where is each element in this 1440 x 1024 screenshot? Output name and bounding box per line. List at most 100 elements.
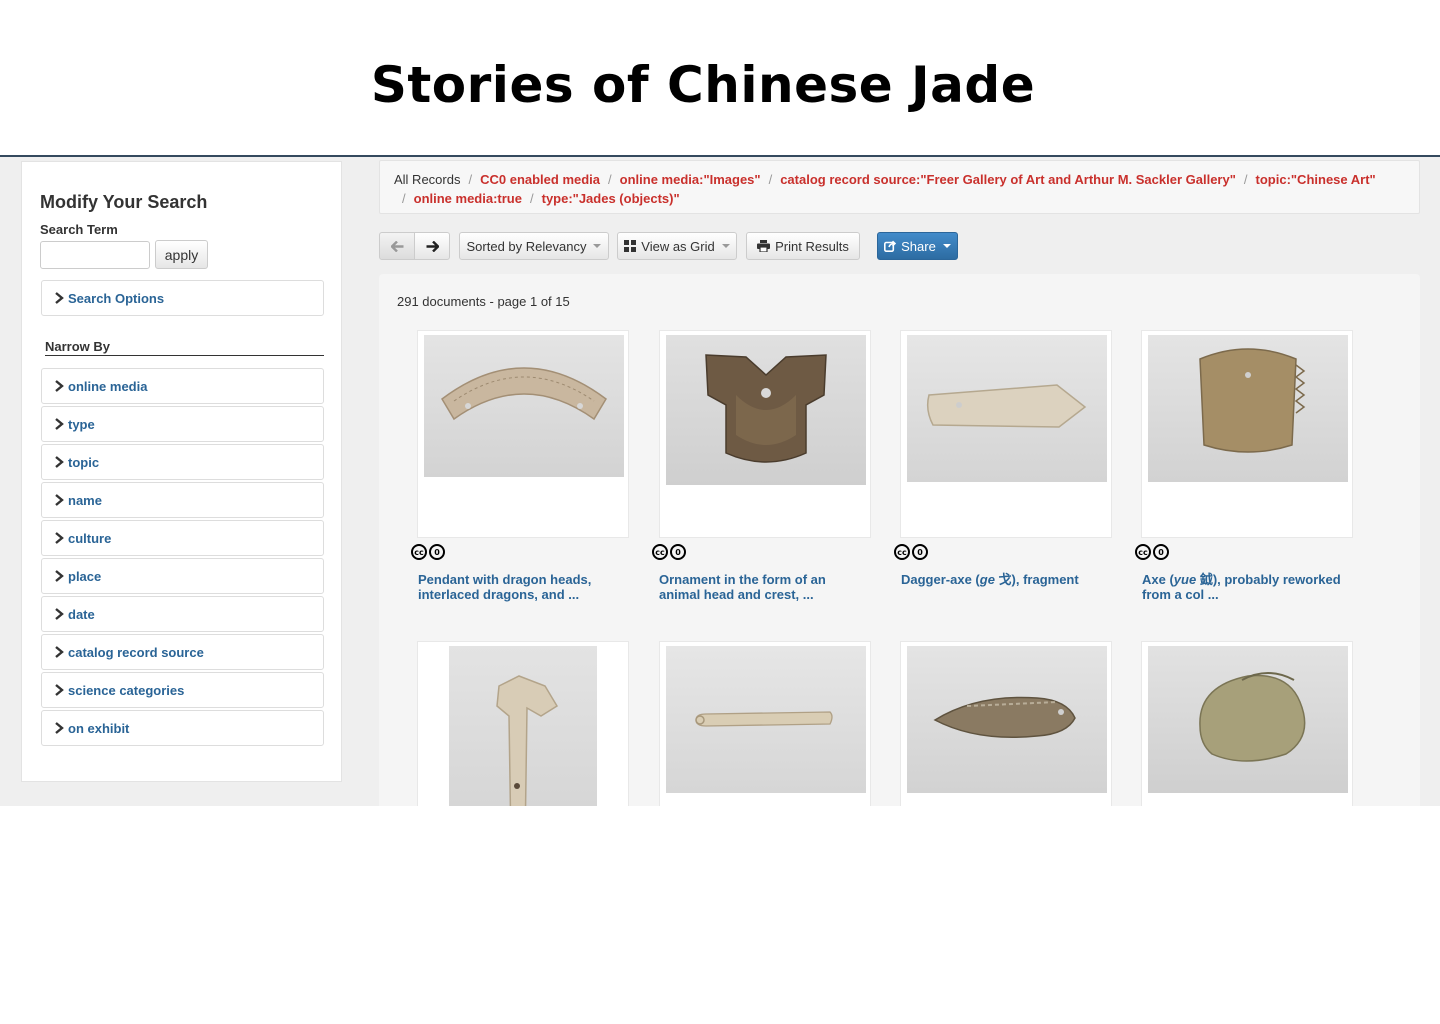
chevron-right-icon: [52, 379, 66, 393]
result-card[interactable]: [900, 330, 1112, 538]
results-panel: 291 documents - page 1 of 15 cc 0 cc 0 c…: [379, 274, 1420, 806]
jade-animal-image: [1199, 672, 1306, 762]
chevron-right-icon: [52, 645, 66, 659]
breadcrumb-all-records[interactable]: All Records: [394, 172, 460, 187]
chevron-right-icon: [52, 455, 66, 469]
chevron-right-icon: [52, 721, 66, 735]
chevron-right-icon: [52, 417, 66, 431]
facet-place[interactable]: place: [41, 558, 324, 594]
result-thumbnail[interactable]: [907, 335, 1107, 482]
cc-icon: cc: [652, 544, 668, 560]
chevron-right-icon: [52, 683, 66, 697]
breadcrumb-cc0[interactable]: CC0 enabled media: [480, 172, 600, 187]
jade-rod-image: [695, 711, 833, 727]
result-count: 291 documents - page 1 of 15: [397, 294, 570, 309]
caret-down-icon: [942, 244, 951, 248]
result-card[interactable]: [659, 641, 871, 806]
jade-pendant-image: [441, 367, 607, 421]
breadcrumb-separator: /: [1243, 172, 1248, 187]
facet-label: online media: [68, 378, 148, 394]
cc-zero-icon: 0: [1153, 544, 1169, 560]
cc-icon: cc: [894, 544, 910, 560]
cc-zero-icon: 0: [912, 544, 928, 560]
result-card[interactable]: [1141, 330, 1353, 538]
search-options-label: Search Options: [68, 290, 165, 306]
apply-button[interactable]: apply: [155, 240, 208, 269]
result-title[interactable]: Pendant with dragon heads, interlaced dra…: [418, 572, 618, 602]
facet-label: on exhibit: [68, 720, 130, 736]
result-title[interactable]: Axe (yue 鉞), probably reworked from a col…: [1142, 572, 1342, 602]
result-card[interactable]: [417, 330, 629, 538]
license-badge: cc 0: [652, 544, 686, 560]
facet-label: place: [68, 568, 102, 584]
view-label: View as Grid: [641, 238, 715, 254]
breadcrumb-topic[interactable]: topic:"Chinese Art": [1256, 172, 1376, 187]
license-badge: cc 0: [1135, 544, 1169, 560]
print-label: Print Results: [775, 238, 849, 254]
facet-on-exhibit[interactable]: on exhibit: [41, 710, 324, 746]
search-options-toggle[interactable]: Search Options: [41, 280, 324, 316]
breadcrumb-type[interactable]: type:"Jades (objects)": [542, 191, 680, 206]
result-thumbnail[interactable]: [1148, 646, 1348, 793]
facet-topic[interactable]: topic: [41, 444, 324, 480]
cc-icon: cc: [411, 544, 427, 560]
breadcrumb-separator: /: [608, 172, 612, 187]
result-card[interactable]: [659, 330, 871, 538]
facet-name[interactable]: name: [41, 482, 324, 518]
share-label: Share: [901, 238, 936, 254]
printer-icon: [757, 240, 771, 252]
grid-icon: [624, 240, 637, 252]
view-as-grid-dropdown[interactable]: View as Grid: [617, 232, 737, 260]
breadcrumb-online-media-images[interactable]: online media:"Images": [620, 172, 761, 187]
jade-axe-image: [1199, 348, 1306, 453]
result-thumbnail[interactable]: [666, 335, 866, 485]
chevron-right-icon: [52, 531, 66, 545]
breadcrumb-separator: /: [529, 191, 534, 206]
chevron-right-icon: [52, 493, 66, 507]
facet-science-categories[interactable]: science categories: [41, 672, 324, 708]
license-badge: cc 0: [894, 544, 928, 560]
result-card[interactable]: [900, 641, 1112, 806]
jade-blade-image: [496, 675, 559, 806]
facet-culture[interactable]: culture: [41, 520, 324, 556]
facet-online-media[interactable]: online media: [41, 368, 324, 404]
app-area: Modify Your Search Search Term apply Sea…: [0, 157, 1440, 806]
result-thumbnail[interactable]: [1148, 335, 1348, 482]
next-page-button[interactable]: [414, 232, 450, 260]
result-thumbnail[interactable]: [666, 646, 866, 793]
print-results-button[interactable]: Print Results: [746, 232, 860, 260]
sort-label: Sorted by Relevancy: [466, 238, 587, 254]
caret-down-icon: [593, 244, 602, 248]
facet-label: name: [68, 492, 102, 508]
caret-down-icon: [721, 244, 730, 248]
license-badge: cc 0: [411, 544, 445, 560]
search-term-label: Search Term: [40, 222, 118, 237]
share-icon: [884, 240, 897, 252]
facet-catalog-record-source[interactable]: catalog record source: [41, 634, 324, 670]
facet-type[interactable]: type: [41, 406, 324, 442]
cc-zero-icon: 0: [670, 544, 686, 560]
breadcrumb-catalog-source[interactable]: catalog record source:"Freer Gallery of …: [780, 172, 1236, 187]
facet-date[interactable]: date: [41, 596, 324, 632]
breadcrumb-separator: /: [468, 172, 473, 187]
result-card[interactable]: [1141, 641, 1353, 806]
share-dropdown[interactable]: Share: [877, 232, 958, 260]
breadcrumb: All Records / CC0 enabled media / online med…: [379, 160, 1420, 214]
facet-label: topic: [68, 454, 100, 470]
result-title[interactable]: Dagger-axe (ge 戈), fragment: [901, 572, 1101, 587]
breadcrumb-online-media-true[interactable]: online media:true: [414, 191, 522, 206]
sort-dropdown[interactable]: Sorted by Relevancy: [459, 232, 609, 260]
previous-page-button[interactable]: [379, 232, 415, 260]
search-input[interactable]: [40, 241, 150, 269]
breadcrumb-separator: /: [768, 172, 773, 187]
result-card[interactable]: [417, 641, 629, 806]
result-thumbnail[interactable]: [449, 646, 597, 806]
breadcrumb-separator: /: [402, 191, 406, 206]
result-thumbnail[interactable]: [907, 646, 1107, 793]
jade-ornament-image: [705, 354, 827, 463]
facet-label: culture: [68, 530, 112, 546]
result-thumbnail[interactable]: [424, 335, 624, 477]
facet-label: date: [68, 606, 95, 622]
jade-dagger-axe-image: [926, 384, 1087, 428]
result-title[interactable]: Ornament in the form of an animal head an…: [659, 572, 859, 602]
